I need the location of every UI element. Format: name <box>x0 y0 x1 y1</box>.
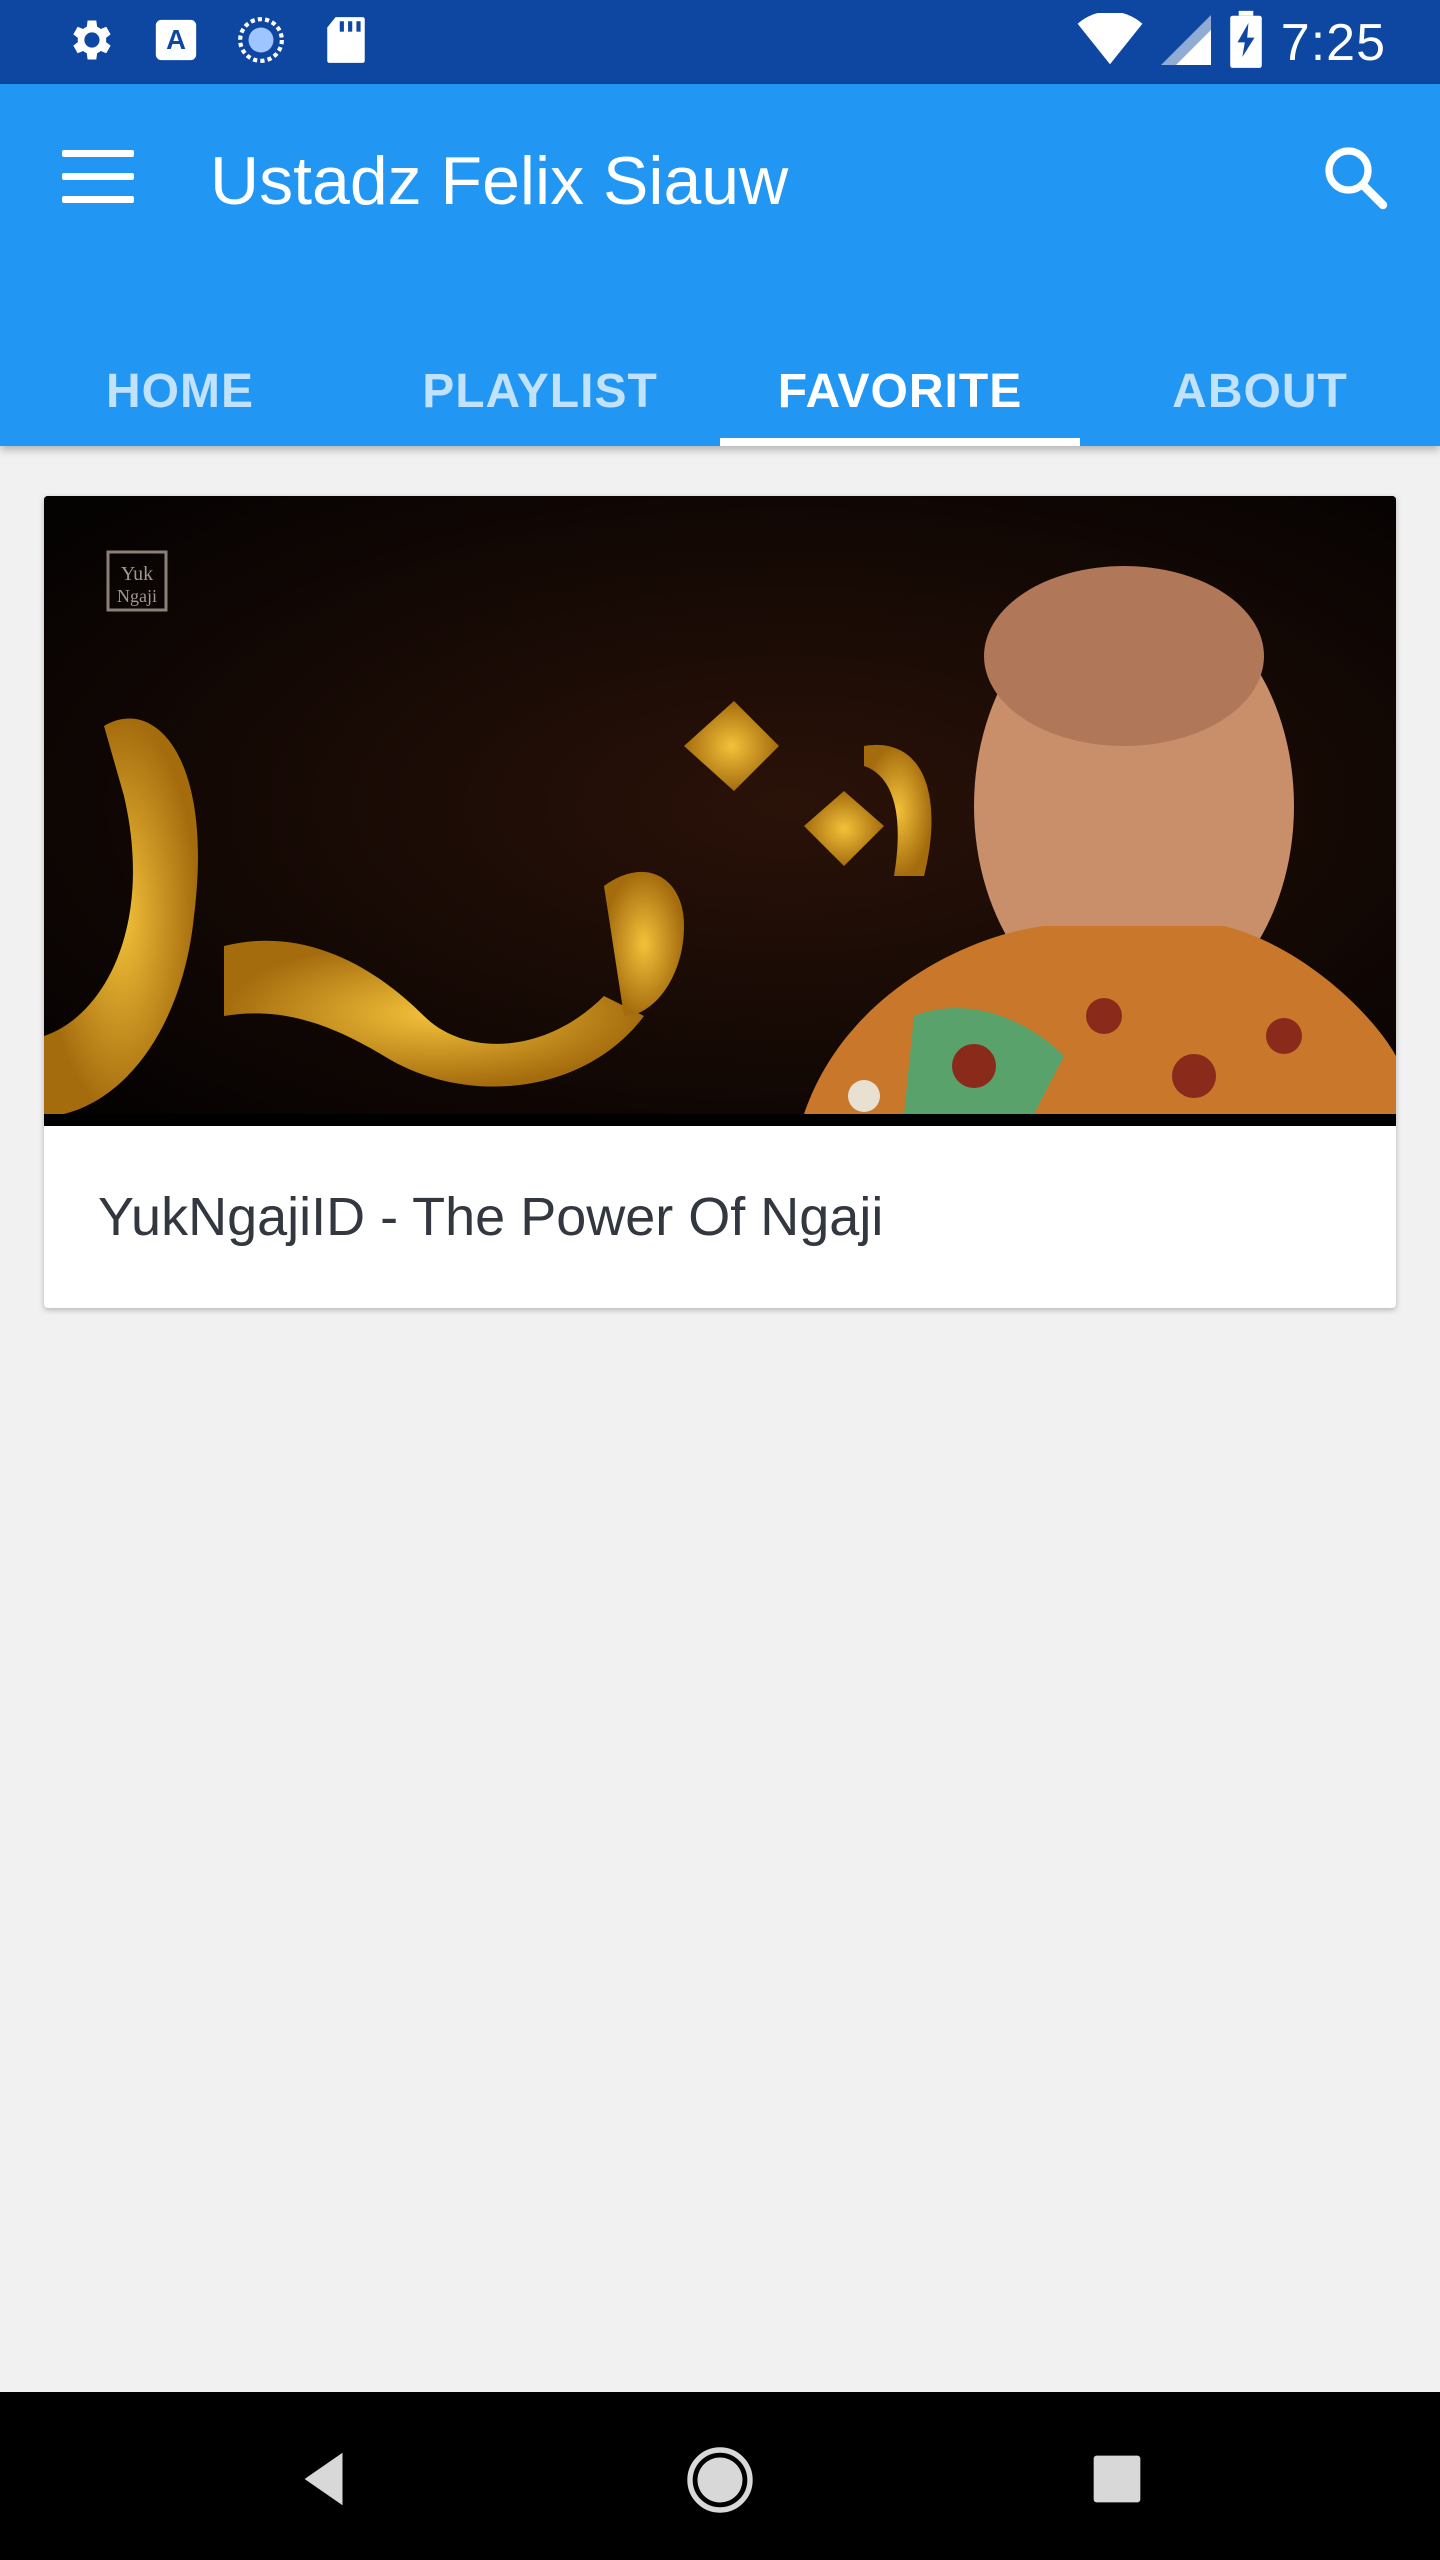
sd-card-icon <box>324 15 368 70</box>
loading-icon <box>236 15 286 70</box>
search-icon[interactable] <box>1320 142 1392 214</box>
status-bar: A 7:25 <box>0 0 1440 84</box>
thumbnail-bottom-bar <box>44 1114 1396 1126</box>
status-time: 7:25 <box>1280 13 1386 72</box>
video-thumbnail[interactable]: Yuk Ngaji <box>44 496 1396 1126</box>
svg-text:Ngaji: Ngaji <box>117 586 157 606</box>
wifi-icon <box>1077 11 1143 72</box>
battery-charging-icon <box>1229 10 1263 75</box>
settings-icon <box>64 14 116 71</box>
home-icon[interactable] <box>684 2444 754 2514</box>
app-title: Ustadz Felix Siauw <box>210 143 789 219</box>
tab-favorite[interactable]: FAVORITE <box>720 348 1080 446</box>
tab-playlist[interactable]: PLAYLIST <box>360 348 720 446</box>
a-notification-icon: A <box>154 18 198 67</box>
tab-home[interactable]: HOME <box>0 348 360 446</box>
video-title[interactable]: YukNgajiID - The Power Of Ngaji <box>98 1186 883 1248</box>
svg-text:A: A <box>166 24 186 55</box>
app-bar: Ustadz Felix Siauw HOME PLAYLIST FAVORIT… <box>0 84 1440 446</box>
favorite-video-card[interactable]: Yuk Ngaji YukNgajiID - The Power Of Ngaj… <box>44 496 1396 1308</box>
tab-about[interactable]: ABOUT <box>1080 348 1440 446</box>
tab-bar: HOME PLAYLIST FAVORITE ABOUT <box>0 348 1440 446</box>
channel-logo: Yuk <box>121 563 153 585</box>
signal-icon <box>1160 13 1211 72</box>
menu-icon[interactable] <box>62 150 134 204</box>
recents-icon[interactable] <box>1082 2444 1152 2514</box>
back-icon[interactable] <box>290 2444 360 2514</box>
navigation-bar <box>0 2392 1440 2560</box>
